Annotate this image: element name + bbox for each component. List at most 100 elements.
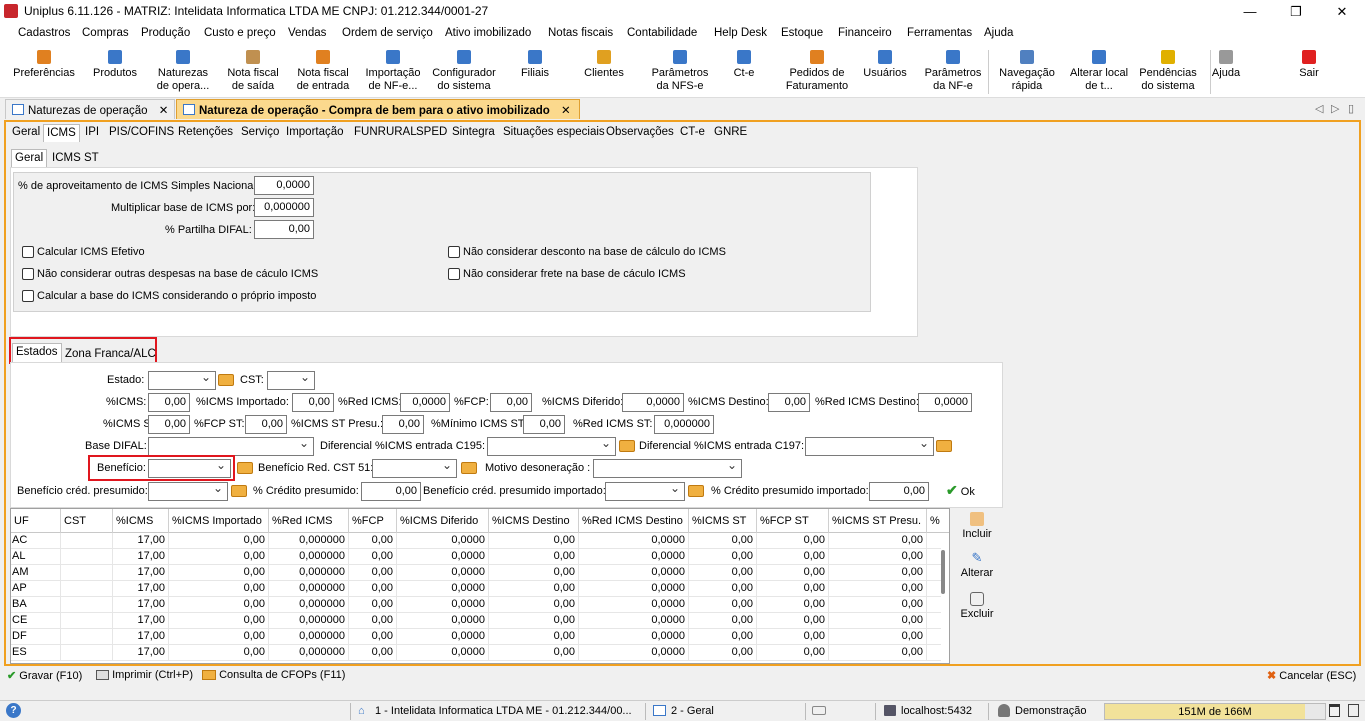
table-row[interactable]: AC 17,00 0,00 0,000000 0,00 0,0000 0,00 0,0000 0… xyxy=(11,533,941,549)
incluir-button[interactable]: Incluir xyxy=(957,512,997,540)
toolbar-button-home[interactable]: Alterar local de t... xyxy=(1064,48,1134,96)
tab-pis-cofins[interactable]: PIS/COFINS xyxy=(106,124,177,142)
base-difal-select[interactable] xyxy=(148,436,314,456)
toolbar-button-products[interactable]: Produtos xyxy=(84,48,146,96)
gravar-button[interactable]: ✔ Gravar (F10) xyxy=(7,669,82,685)
ben-cred-lookup-icon[interactable] xyxy=(231,485,247,497)
menu-ferramentas[interactable]: Ferramentas xyxy=(907,27,972,39)
column-header[interactable]: %Red ICMS Destino xyxy=(579,509,689,533)
beneficio-select[interactable] xyxy=(148,458,231,478)
aproveitamento-input[interactable]: 0,0000 xyxy=(254,176,314,195)
menu-ordem-servico[interactable]: Ordem de serviço xyxy=(342,27,433,39)
min-icms-st-input[interactable]: 0,00 xyxy=(523,415,565,434)
dif-c195-lookup-icon[interactable] xyxy=(619,440,635,452)
menu-vendas[interactable]: Vendas xyxy=(288,27,326,39)
menu-financeiro[interactable]: Financeiro xyxy=(838,27,892,39)
menu-notas-fiscais[interactable]: Notas fiscais xyxy=(548,27,613,39)
toolbar-button-orders[interactable]: Pedidos de Faturamento xyxy=(784,48,850,96)
tabs-menu-icon[interactable]: ▯ xyxy=(1348,102,1354,115)
tab-observacoes[interactable]: Observações xyxy=(603,124,677,142)
ben-cred-imp-lookup-icon[interactable] xyxy=(688,485,704,497)
dif-c195-select[interactable] xyxy=(487,436,616,456)
icms-st-presu-input[interactable]: 0,00 xyxy=(382,415,424,434)
column-header[interactable]: %ICMS Destino xyxy=(489,509,579,533)
menu-cadastros[interactable]: Cadastros xyxy=(18,27,70,39)
toolbar-button-preferences[interactable]: Preferências xyxy=(6,48,82,96)
menu-compras[interactable]: Compras xyxy=(82,27,129,39)
cst-select[interactable] xyxy=(267,370,315,390)
tab-estados[interactable]: Estados xyxy=(12,343,62,362)
menu-help-desk[interactable]: Help Desk xyxy=(714,27,767,39)
tabs-next-icon[interactable]: ▷ xyxy=(1331,102,1339,115)
red-icms-destino-input[interactable]: 0,0000 xyxy=(918,393,972,412)
tab-cte[interactable]: CT-e xyxy=(677,124,708,142)
toolbar-button-clients[interactable]: Clientes xyxy=(576,48,632,96)
column-header[interactable]: %ICMS Importado xyxy=(169,509,269,533)
column-header[interactable]: %ICMS Diferido xyxy=(397,509,489,533)
menu-estoque[interactable]: Estoque xyxy=(781,27,823,39)
estado-select[interactable] xyxy=(148,370,216,390)
tab-icms[interactable]: ICMS xyxy=(43,124,80,142)
motivo-select[interactable] xyxy=(593,458,742,478)
tab-sintegra[interactable]: Sintegra xyxy=(449,124,498,142)
ok-button[interactable]: ✔ Ok xyxy=(946,482,986,500)
fcp-input[interactable]: 0,00 xyxy=(490,393,532,412)
alterar-button[interactable]: ✎ Alterar xyxy=(957,551,997,580)
column-header[interactable]: %FCP ST xyxy=(757,509,829,533)
cancelar-button[interactable]: ✖ Cancelar (ESC) xyxy=(1267,669,1356,685)
doc-tab-natureza-ativo[interactable]: Natureza de operação - Compra de bem par… xyxy=(176,99,580,119)
tab-ipi[interactable]: IPI xyxy=(82,124,102,142)
toolbar-button-configurator[interactable]: Configurador do sistema xyxy=(428,48,500,96)
credito-input[interactable]: 0,00 xyxy=(361,482,421,501)
partilha-input[interactable]: 0,00 xyxy=(254,220,314,239)
ben-cred-select[interactable] xyxy=(148,481,228,501)
credito-imp-input[interactable]: 0,00 xyxy=(869,482,929,501)
icms-st-input[interactable]: 0,00 xyxy=(148,415,190,434)
cfops-button[interactable]: Consulta de CFOPs (F11) xyxy=(202,669,345,685)
states-table[interactable]: UF CST %ICMS %ICMS Importado %Red ICMS %FCP %I… xyxy=(10,508,950,664)
calc-icms-efetivo-checkbox[interactable] xyxy=(22,246,34,258)
estado-lookup-icon[interactable] xyxy=(218,374,234,386)
toolbar-button-cte[interactable]: Ct-e xyxy=(722,48,766,96)
table-row[interactable]: AP 17,00 0,00 0,000000 0,00 0,0000 0,00 0,0000 0… xyxy=(11,581,941,597)
outras-despesas-checkbox[interactable] xyxy=(22,268,34,280)
table-row[interactable]: AM 17,00 0,00 0,000000 0,00 0,0000 0,00 0,0000 0… xyxy=(11,565,941,581)
menu-contabilidade[interactable]: Contabilidade xyxy=(627,27,697,39)
close-tab-icon[interactable]: ✕ xyxy=(561,105,571,117)
tab-servico[interactable]: Serviço xyxy=(238,124,282,142)
icms-diferido-input[interactable]: 0,0000 xyxy=(622,393,684,412)
toolbar-button-nfe-params[interactable]: Parâmetros da NF-e xyxy=(918,48,988,96)
toolbar-button-quick-nav[interactable]: Navegação rápida xyxy=(994,48,1060,96)
column-header[interactable]: %FCP xyxy=(349,509,397,533)
close-tab-icon[interactable]: ✕ xyxy=(159,105,169,117)
toolbar-button-power[interactable]: Sair xyxy=(1284,48,1334,96)
multiplicar-input[interactable]: 0,000000 xyxy=(254,198,314,217)
maximize-button[interactable]: ❐ xyxy=(1273,0,1319,23)
fcp-st-input[interactable]: 0,00 xyxy=(245,415,287,434)
toolbar-button-nfse-params[interactable]: Parâmetros da NFS-e xyxy=(640,48,720,96)
doc-tab-naturezas[interactable]: Naturezas de operação ✕ xyxy=(5,99,175,119)
column-header[interactable]: %ICMS ST xyxy=(689,509,757,533)
trash-icon[interactable] xyxy=(1329,704,1340,717)
column-header[interactable]: % xyxy=(927,509,949,533)
toolbar-button-users[interactable]: Usuários xyxy=(856,48,914,96)
proprio-imposto-checkbox[interactable] xyxy=(22,290,34,302)
tab-situacoes-especiais[interactable]: Situações especiais xyxy=(500,124,608,142)
beneficio-red-select[interactable] xyxy=(372,458,457,478)
excluir-button[interactable]: Excluir xyxy=(957,592,997,620)
red-icms-input[interactable]: 0,0000 xyxy=(400,393,450,412)
tab-icms-geral[interactable]: Geral xyxy=(11,149,48,167)
tab-geral[interactable]: Geral xyxy=(9,124,43,142)
toolbar-button-invoice-in[interactable]: Nota fiscal de entrada xyxy=(290,48,356,96)
column-header[interactable]: %ICMS xyxy=(113,509,169,533)
toolbar-button-warning[interactable]: Pendências do sistema xyxy=(1134,48,1202,96)
tab-importacao[interactable]: Importação xyxy=(283,124,347,142)
toolbar-button-natures[interactable]: Naturezas de opera... xyxy=(150,48,216,96)
menu-custo-preco[interactable]: Custo e preço xyxy=(204,27,276,39)
tab-gnre[interactable]: GNRE xyxy=(711,124,750,142)
icms-input[interactable]: 0,00 xyxy=(148,393,190,412)
close-window-button[interactable]: ✕ xyxy=(1319,0,1365,23)
icms-destino-input[interactable]: 0,00 xyxy=(768,393,810,412)
menu-ativo-imobilizado[interactable]: Ativo imobilizado xyxy=(445,27,531,39)
imprimir-button[interactable]: Imprimir (Ctrl+P) xyxy=(96,669,193,685)
